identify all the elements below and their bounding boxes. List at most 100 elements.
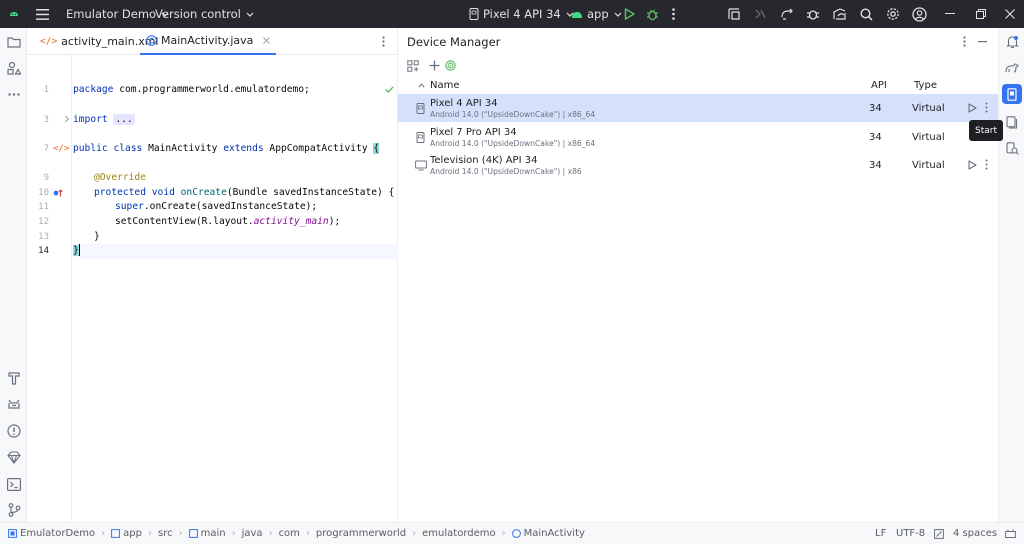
phone-device-icon [416, 132, 425, 143]
version-control-button[interactable] [4, 500, 24, 520]
main-menu-button[interactable] [36, 0, 49, 28]
related-xml-file-icon[interactable]: </> [53, 144, 69, 154]
indent-widget[interactable]: 4 spaces [953, 528, 997, 539]
column-header-type[interactable]: Type [914, 76, 937, 94]
android-studio-logo-icon[interactable] [8, 0, 20, 28]
breadcrumb-item[interactable]: EmulatorDemo [20, 528, 95, 539]
device-explorer-icon [1005, 141, 1019, 155]
breadcrumb-item[interactable]: programmerworld [316, 528, 406, 539]
device-row-pixel-4[interactable]: Pixel 4 API 34 Android 14.0 ("UpsideDown… [398, 94, 998, 122]
read-only-toggle-icon[interactable] [934, 529, 944, 539]
memory-indicator-icon[interactable] [1005, 529, 1016, 539]
user-icon [912, 6, 927, 22]
debug-button[interactable] [646, 0, 659, 28]
apply-changes-button[interactable] [727, 0, 741, 28]
device-selector[interactable]: Pixel 4 API 34 [469, 0, 574, 28]
hide-panel-icon[interactable] [978, 41, 987, 43]
pair-devices-wifi-icon[interactable] [445, 60, 456, 71]
no-problems-check-icon[interactable] [385, 86, 394, 93]
device-type: Virtual [912, 132, 945, 143]
run-button[interactable] [624, 0, 635, 28]
notifications-button[interactable] [1002, 32, 1022, 52]
git-branch-icon [8, 503, 20, 517]
app-quality-insights-button[interactable] [4, 447, 24, 467]
breadcrumb-item[interactable]: MainActivity [524, 528, 585, 539]
bell-icon [1005, 36, 1019, 49]
right-tool-window-bar [998, 28, 1024, 522]
device-manager-title: Device Manager [407, 35, 501, 49]
more-tool-windows-button[interactable] [4, 84, 24, 104]
editor-tabs-menu-button[interactable] [382, 28, 385, 55]
device-row-television-4k[interactable]: Television (4K) API 34 Android 14.0 ("Up… [398, 151, 998, 179]
start-device-icon[interactable] [968, 160, 977, 170]
add-device-icon[interactable] [429, 60, 440, 71]
title-bar: Emulator Demo Version control Pixel 4 AP… [0, 0, 1024, 28]
sort-ascending-icon [418, 82, 425, 88]
device-row-pixel-7-pro[interactable]: Pixel 7 Pro API 34 Android 14.0 ("Upside… [398, 123, 998, 151]
more-vertical-icon[interactable] [963, 36, 966, 47]
device-name: Television (4K) API 34 [430, 155, 538, 166]
minimize-button[interactable] [945, 0, 955, 28]
attach-debugger-button[interactable] [806, 0, 820, 28]
chevron-down-icon [246, 12, 254, 17]
column-header-name[interactable]: Name [418, 76, 618, 94]
fold-chevron-icon[interactable] [64, 115, 70, 123]
apply-code-changes-button[interactable] [753, 0, 767, 28]
sync-project-button[interactable] [780, 0, 794, 28]
code-line-11: super.onCreate(savedInstanceState); [115, 201, 318, 212]
column-header-api[interactable]: API [871, 76, 887, 94]
device-manager-tool-button[interactable] [1002, 84, 1022, 104]
device-explorer-button[interactable] [1002, 138, 1022, 158]
more-actions-button[interactable] [672, 0, 675, 28]
hammer-icon [8, 372, 20, 385]
module-icon [8, 529, 17, 538]
version-control-menu[interactable]: Version control [155, 0, 254, 28]
logcat-button[interactable] [4, 394, 24, 414]
folder-icon [7, 37, 21, 48]
close-tab-icon[interactable] [263, 37, 271, 44]
breadcrumb: EmulatorDemo › app › src › main › java ›… [8, 528, 585, 539]
group-devices-icon[interactable] [407, 60, 419, 72]
phone-device-icon [416, 103, 425, 114]
close-icon [1005, 9, 1015, 19]
line-number: 13 [38, 232, 49, 242]
breadcrumb-item[interactable]: emulatordemo [422, 528, 495, 539]
restore-button[interactable] [976, 0, 986, 28]
breadcrumb-item[interactable]: main [201, 528, 226, 539]
breadcrumb-item[interactable]: java [242, 528, 263, 539]
code-line-7: public class MainActivity extends AppCom… [73, 143, 380, 154]
device-manager-button[interactable] [832, 0, 847, 28]
code-editor: </> activity_main.xml MainActivity.java … [27, 28, 398, 522]
line-number-gutter[interactable]: 1 3 7 9 10 11 12 13 14 </> [27, 55, 72, 522]
code-line-10: protected void onCreate(Bundle savedInst… [94, 187, 395, 198]
settings-button[interactable] [886, 0, 900, 28]
more-vertical-icon[interactable] [985, 159, 988, 170]
resource-manager-button[interactable] [4, 58, 24, 78]
override-method-icon[interactable] [53, 188, 63, 198]
search-everywhere-button[interactable] [860, 0, 873, 28]
device-type: Virtual [912, 160, 945, 171]
code-line-12: setContentView(R.layout.activity_main); [115, 216, 341, 227]
running-devices-button[interactable] [1002, 112, 1022, 132]
breadcrumb-item[interactable]: app [123, 528, 142, 539]
start-device-icon[interactable] [968, 103, 977, 113]
more-vertical-icon[interactable] [985, 102, 988, 113]
code-area[interactable]: package com.programmerworld.emulatordemo… [73, 55, 398, 522]
breadcrumb-item[interactable]: com [279, 528, 300, 539]
breadcrumb-item[interactable]: src [158, 528, 173, 539]
account-button[interactable] [912, 0, 927, 28]
tab-mainactivity-java[interactable]: MainActivity.java [140, 28, 277, 55]
build-button[interactable] [4, 368, 24, 388]
encoding-widget[interactable]: UTF-8 [896, 528, 925, 539]
line-separator-widget[interactable]: LF [875, 528, 886, 539]
terminal-button[interactable] [4, 474, 24, 494]
gradle-button[interactable] [1002, 58, 1022, 78]
line-number: 10 [38, 188, 49, 198]
project-selector[interactable]: Emulator Demo [66, 0, 169, 28]
gradle-sync-icon [781, 8, 793, 20]
project-view-button[interactable] [4, 32, 24, 52]
problems-button[interactable] [4, 421, 24, 441]
run-configuration-selector[interactable]: app [571, 0, 622, 28]
device-name: Pixel 4 API 34 [430, 98, 498, 109]
close-button[interactable] [1005, 0, 1015, 28]
